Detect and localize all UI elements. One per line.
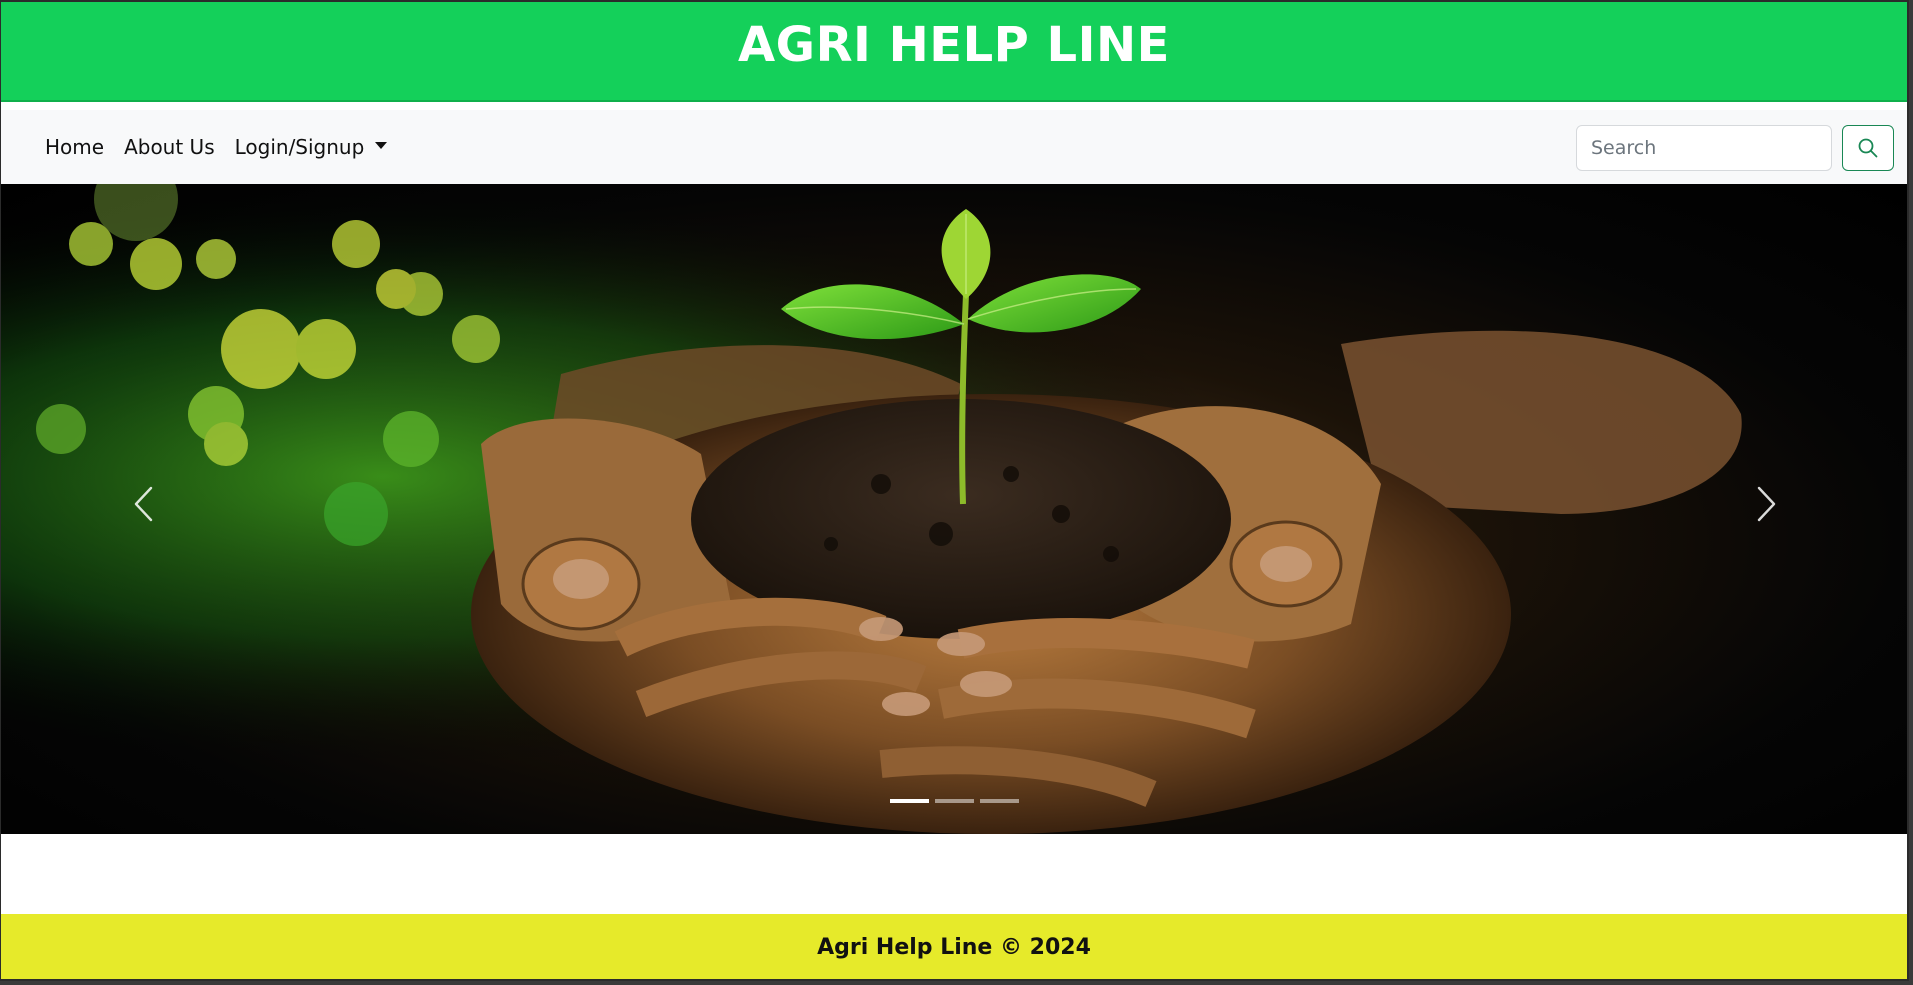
nav-about-link[interactable]: About Us [124, 135, 215, 159]
nav-login-label: Login/Signup [234, 135, 365, 159]
nav-links: Home About Us Login/Signup [45, 135, 407, 159]
search-icon [1858, 138, 1878, 158]
caret-down-icon [375, 141, 388, 149]
carousel-prev-button[interactable] [113, 474, 173, 534]
nav-about-label: About Us [124, 135, 215, 159]
page: AGRI HELP LINE Home About Us Login/Signu… [0, 0, 1909, 981]
footer-text: Agri Help Line © 2024 [817, 935, 1091, 960]
carousel-next-button[interactable] [1737, 474, 1797, 534]
navbar: Home About Us Login/Signup [1, 110, 1907, 184]
site-title: AGRI HELP LINE [738, 17, 1170, 73]
carousel-slide-image [1, 184, 1907, 834]
nav-home-link[interactable]: Home [45, 135, 104, 159]
chevron-right-icon [1757, 486, 1776, 522]
search-button[interactable] [1842, 125, 1894, 171]
carousel-indicators [890, 799, 1025, 803]
carousel-indicator-1[interactable] [890, 799, 929, 803]
nav-login-dropdown[interactable]: Login/Signup [235, 135, 388, 159]
chevron-left-icon [134, 486, 153, 522]
nav-home-label: Home [45, 135, 105, 159]
site-footer: Agri Help Line © 2024 [1, 914, 1907, 979]
search-input[interactable] [1576, 125, 1832, 171]
hero-carousel [1, 184, 1907, 834]
carousel-indicator-3[interactable] [980, 799, 1019, 803]
search-form [1576, 125, 1894, 171]
site-banner: AGRI HELP LINE [1, 2, 1907, 102]
carousel-indicator-2[interactable] [935, 799, 974, 803]
